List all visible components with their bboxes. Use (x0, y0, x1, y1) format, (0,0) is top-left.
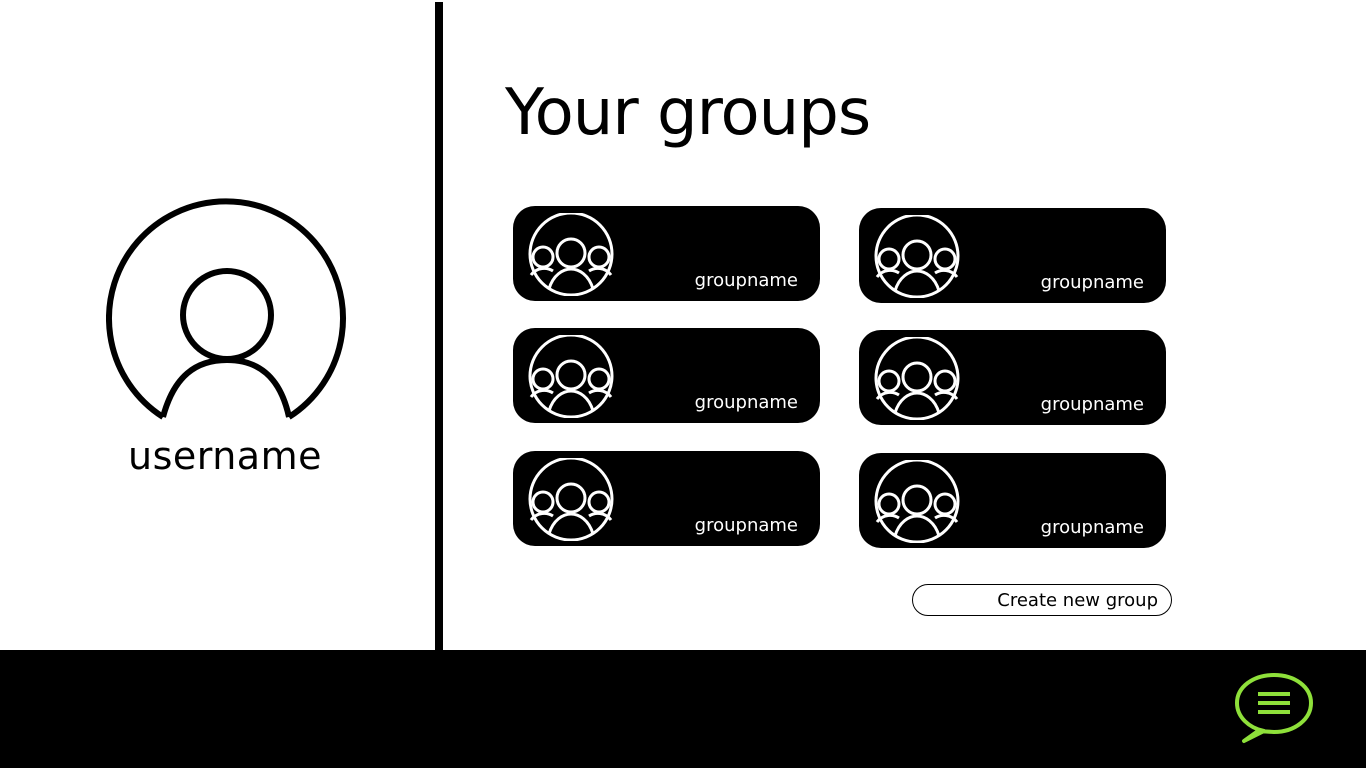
group-icon (527, 211, 615, 297)
page-title: Your groups (505, 76, 871, 150)
panel-divider (435, 2, 443, 652)
group-icon (527, 456, 615, 542)
group-icon (527, 333, 615, 419)
group-card[interactable]: groupname (859, 208, 1166, 303)
group-icon (873, 458, 961, 544)
group-icon (873, 335, 961, 421)
page: username Your groups groupname groupname… (0, 0, 1366, 768)
group-icon (873, 213, 961, 299)
username-label: username (128, 434, 322, 478)
group-name: groupname (694, 270, 798, 291)
group-card[interactable]: groupname (513, 206, 820, 301)
group-card[interactable]: groupname (513, 451, 820, 546)
group-name: groupname (694, 515, 798, 536)
group-name: groupname (1040, 517, 1144, 538)
group-card[interactable]: groupname (859, 453, 1166, 548)
group-card[interactable]: groupname (859, 330, 1166, 425)
chat-menu-icon[interactable] (1234, 672, 1314, 744)
group-name: groupname (694, 392, 798, 413)
group-card[interactable]: groupname (513, 328, 820, 423)
create-new-group-button[interactable]: Create new group (912, 584, 1172, 616)
group-name: groupname (1040, 394, 1144, 415)
user-avatar-icon[interactable] (106, 198, 348, 426)
footer-bar (0, 650, 1366, 768)
group-name: groupname (1040, 272, 1144, 293)
